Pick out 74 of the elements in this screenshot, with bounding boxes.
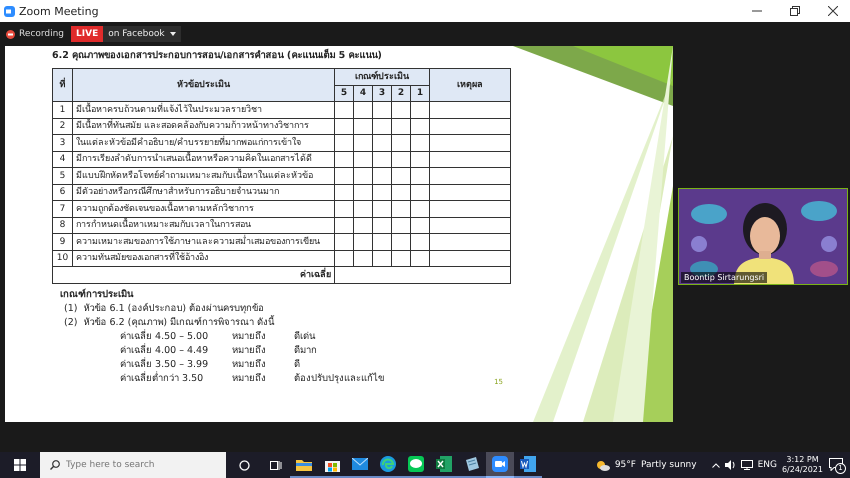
envelope-icon bbox=[352, 458, 368, 470]
range-label: ค่าเฉลี่ย 4.50 – 5.00 bbox=[120, 330, 210, 343]
table-header: เหตุผล bbox=[430, 68, 511, 102]
task-view-icon[interactable] bbox=[270, 460, 282, 470]
recording-label: Recording bbox=[19, 29, 64, 39]
chat-bubble-icon bbox=[408, 456, 424, 472]
record-icon bbox=[6, 30, 15, 38]
minimize-icon bbox=[752, 10, 762, 12]
chevron-up-icon[interactable] bbox=[712, 462, 720, 468]
table-cell: 7 bbox=[52, 200, 72, 217]
windows-start-icon[interactable] bbox=[14, 459, 26, 471]
restore-icon bbox=[790, 6, 800, 16]
video-camera-icon bbox=[492, 456, 508, 472]
criteria-item: (2) หัวข้อ 6.2 (คุณภาพ) มีเกณฑ์การพิจารณา ดังนี้ bbox=[64, 316, 276, 329]
range-label: ค่าเฉลี่ย 3.50 – 3.99 bbox=[120, 358, 210, 371]
live-target-dropdown[interactable]: on Facebook bbox=[103, 26, 181, 42]
means-label: หมายถึง bbox=[232, 358, 267, 372]
rating-label: ดี bbox=[294, 358, 301, 372]
cortana-icon[interactable] bbox=[238, 460, 250, 470]
criteria-item: (1) หัวข้อ 6.1 (องค์ประกอบ) ต้องผ่านครบทุกข้อ bbox=[64, 302, 266, 315]
table-header: หัวข้อประเมิน bbox=[72, 68, 334, 102]
table-cell: 10 bbox=[52, 250, 72, 266]
table-cell: มีตัวอย่างหรือกรณีศึกษาสำหรับการอธิบายจำนวนมาก bbox=[72, 184, 334, 200]
temperature-label: 95°F bbox=[614, 460, 636, 470]
search-field[interactable]: Type here to search bbox=[40, 452, 226, 478]
table-cell: 3 bbox=[52, 134, 72, 151]
app-logo-icon bbox=[4, 6, 15, 16]
table-cell: 8 bbox=[52, 217, 72, 234]
rating-label: ดีเด่น bbox=[294, 330, 316, 344]
live-badge: LIVE bbox=[71, 26, 104, 42]
table-cell: 1 bbox=[52, 102, 72, 118]
clock[interactable]: 3:12 PM 6/24/2021 bbox=[782, 455, 823, 475]
table-cell: มีเนื้อหาครบถ้วนตามที่แจ้งไว้ในประมวลรายวิชา bbox=[72, 102, 334, 118]
notepad-icon bbox=[464, 456, 480, 472]
table-cell: 5 bbox=[52, 168, 72, 184]
table-cell: มีการเรียงลำดับการนำเสนอเนื้อหาหรือความคิดในเอกสารได้ดี bbox=[72, 151, 334, 168]
caret-icon bbox=[170, 32, 176, 36]
search-icon bbox=[50, 460, 60, 470]
means-label: หมายถึง bbox=[232, 330, 267, 344]
speaker-icon[interactable] bbox=[724, 460, 736, 470]
browser-icon bbox=[380, 456, 396, 472]
table-cell: 4 bbox=[52, 151, 72, 168]
table-header: ที่ bbox=[52, 68, 72, 102]
taskbar-app[interactable] bbox=[486, 452, 514, 478]
weather-label: Partly sunny bbox=[640, 460, 697, 470]
table-cell: ความทันสมัยของเอกสารที่ใช้อ้างอิง bbox=[72, 250, 334, 266]
table-cell: มีแบบฝึกหัดหรือโจทย์คำถามเหมาะสมกับเนื้อหาในแต่ละหัวข้อ bbox=[72, 168, 334, 184]
range-label: ค่าเฉลี่ย 4.00 – 4.49 bbox=[120, 344, 210, 357]
table-cell: ความเหมาะสมของการใช้ภาษาและความสม่ำเสมอของการเขียน bbox=[72, 234, 334, 250]
table-cell: 2 bbox=[52, 118, 72, 134]
weather-icon bbox=[596, 460, 610, 470]
criteria-title: เกณฑ์การประเมิน bbox=[60, 288, 134, 302]
table-cell: 9 bbox=[52, 234, 72, 250]
table-cell: ความถูกต้องชัดเจนของเนื้อหาตามหลักวิชาการ bbox=[72, 200, 334, 217]
table-cell: การกำหนดเนื้อหาเหมาะสมกับเวลาในการสอน bbox=[72, 217, 334, 234]
table-cell: ในแต่ละหัวข้อมีคำอธิบาย/คำบรรยายที่มากพอแก่การเข้าใจ bbox=[72, 134, 334, 151]
means-label: หมายถึง bbox=[232, 344, 267, 358]
table-cell: มีเนื้อหาที่ทันสมัย และสอดคล้องกับความก้าวหน้าทางวิชาการ bbox=[72, 118, 334, 134]
participant-name: Boontip Sirtarungsri bbox=[681, 272, 768, 283]
means-label: หมายถึง bbox=[232, 372, 267, 386]
network-icon[interactable] bbox=[740, 460, 753, 470]
rating-label: ต้องปรับปรุงและแก้ไข bbox=[294, 372, 384, 386]
window-title: Zoom Meeting bbox=[19, 4, 99, 18]
table-cell: 6 bbox=[52, 184, 72, 200]
range-label: ค่าเฉลี่ยต่ำกว่า 3.50 bbox=[120, 372, 204, 386]
slide-heading: 6.2 คุณภาพของเอกสารประกอบการสอน/เอกสารคำสอน (คะแนนเต็ม 5 คะแนน) bbox=[52, 48, 382, 62]
spreadsheet-icon bbox=[436, 456, 452, 472]
close-icon bbox=[828, 6, 838, 16]
rating-label: ดีมาก bbox=[294, 344, 318, 358]
language-indicator[interactable]: ENG bbox=[758, 460, 777, 470]
table-header: เกณฑ์ประเมิน bbox=[334, 68, 430, 85]
table-cell: ค่าเฉลี่ย bbox=[52, 266, 334, 283]
document-icon bbox=[520, 456, 536, 472]
folder-icon bbox=[296, 458, 312, 470]
